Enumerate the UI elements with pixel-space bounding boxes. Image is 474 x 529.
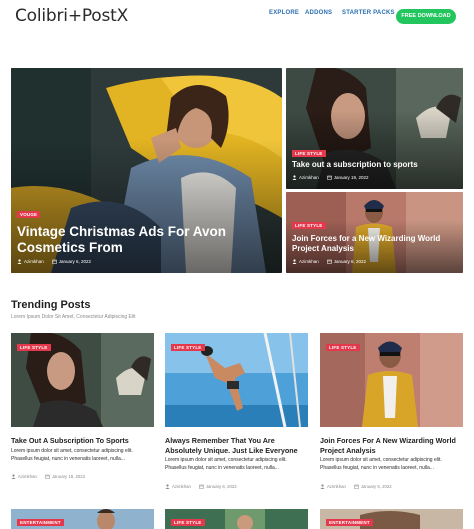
author-meta: Azimkhan (11, 474, 37, 479)
calendar-icon (52, 259, 57, 264)
post-date: January 19, 2022 (51, 474, 86, 479)
date-meta: January 19, 2022 (327, 175, 369, 180)
category-badge[interactable]: LIFE STYLE (326, 344, 360, 351)
user-icon (17, 259, 22, 264)
calendar-icon (199, 484, 204, 489)
author-name[interactable]: Azimkhan (24, 259, 44, 264)
category-badge[interactable]: LIFE STYLE (292, 222, 326, 229)
hero-side-meta-2: Azimkhan January 6, 2022 (292, 259, 366, 264)
trending-card-3[interactable]: LIFE STYLE Join Forces For A New Wizardi… (320, 333, 463, 489)
trending-subtitle: Lorem Ipsum Dolor Sit Amet, Consectetur … (11, 314, 136, 320)
user-icon (292, 175, 297, 180)
post-date: January 19, 2022 (333, 175, 369, 180)
author-meta: Azimkhan (292, 259, 319, 264)
nav-starter-packs[interactable]: STARTER PACKS (342, 10, 395, 16)
nav-explore[interactable]: EXPLORE (269, 10, 299, 16)
page: Colibri+PostX EXPLORE ADDONS STARTER PAC… (0, 0, 474, 529)
trending-post-title-2[interactable]: Always Remember That You Are Absolutely … (165, 436, 308, 455)
date-meta: January 6, 2022 (52, 259, 91, 264)
category-badge[interactable]: LIFE STYLE (171, 344, 205, 351)
trending-post-excerpt-3: Lorem ipsum dolor sit amet, consectetur … (320, 457, 442, 471)
author-name[interactable]: Azimkhan (172, 484, 191, 489)
hero-main-card[interactable]: VOUGE Vintage Christmas Ads For Avon Cos… (11, 68, 282, 273)
trending-post-meta-1: Azimkhan January 19, 2022 (11, 474, 85, 479)
trending-post-meta-2: Azimkhan January 6, 2022 (165, 484, 237, 489)
hero-side-shade-1 (286, 68, 463, 189)
trending-title: Trending Posts (11, 299, 91, 311)
author-meta: Azimkhan (320, 484, 346, 489)
calendar-icon (354, 484, 359, 489)
category-badge[interactable]: LIFE STYLE (292, 150, 326, 157)
site-header: Colibri+PostX EXPLORE ADDONS STARTER PAC… (0, 0, 474, 36)
hero-side-meta-1: Azimkhan January 19, 2022 (292, 175, 369, 180)
trending-image-1[interactable]: LIFE STYLE (11, 333, 154, 427)
post-date: January 6, 2022 (58, 259, 92, 264)
author-name[interactable]: Azimkhan (299, 259, 319, 264)
trending-post-excerpt-2: Lorem ipsum dolor sit amet, consectetur … (165, 457, 287, 471)
trending-image-2[interactable]: LIFE STYLE (165, 333, 308, 427)
category-badge[interactable]: VOUGE (17, 211, 41, 218)
post-date: January 6, 2022 (205, 484, 237, 489)
user-icon (320, 484, 325, 489)
trending-card-5[interactable]: LIFE STYLE (165, 509, 308, 529)
free-download-button[interactable]: FREE DOWNLOAD (396, 9, 456, 24)
date-meta: January 6, 2022 (199, 484, 237, 489)
post-date: January 6, 2022 (333, 259, 367, 264)
calendar-icon (327, 175, 332, 180)
user-icon (165, 484, 170, 489)
date-meta: January 6, 2022 (327, 259, 366, 264)
author-name[interactable]: Azimkhan (18, 474, 37, 479)
site-logo[interactable]: Colibri+PostX (15, 6, 128, 26)
hero-main-title[interactable]: Vintage Christmas Ads For Avon Cosmetics… (17, 224, 272, 256)
category-badge[interactable]: ENTERTAINMENT (17, 519, 64, 526)
trending-card-4[interactable]: ENTERTAINMENT (11, 509, 154, 529)
hero-side-card-2[interactable]: LIFE STYLE Join Forces for a New Wizardi… (286, 192, 463, 273)
author-meta: Azimkhan (165, 484, 191, 489)
date-meta: January 6, 2022 (354, 484, 392, 489)
user-icon (11, 474, 16, 479)
calendar-icon (45, 474, 50, 479)
trending-card-2[interactable]: LIFE STYLE Always Remember That You Are … (165, 333, 308, 489)
date-meta: January 19, 2022 (45, 474, 85, 479)
author-name[interactable]: Azimkhan (299, 175, 319, 180)
author-name[interactable]: Azimkhan (327, 484, 346, 489)
author-meta: Azimkhan (292, 175, 319, 180)
trending-post-meta-3: Azimkhan January 6, 2022 (320, 484, 392, 489)
nav-addons[interactable]: ADDONS (305, 10, 332, 16)
hero-side-title-1[interactable]: Take out a subscription to sports (292, 160, 458, 170)
hero-side-title-2[interactable]: Join Forces for a New Wizarding World Pr… (292, 234, 458, 254)
category-badge[interactable]: LIFE STYLE (171, 519, 205, 526)
trending-card-6[interactable]: ENTERTAINMENT (320, 509, 463, 529)
author-meta: Azimkhan (17, 259, 44, 264)
category-badge[interactable]: LIFE STYLE (17, 344, 51, 351)
hero-side-card-1[interactable]: LIFE STYLE Take out a subscription to sp… (286, 68, 463, 189)
trending-post-title-3[interactable]: Join Forces For A New Wizarding World Pr… (320, 436, 463, 455)
trending-post-title-1[interactable]: Take Out A Subscription To Sports (11, 436, 154, 446)
trending-card-1[interactable]: LIFE STYLE Take Out A Subscription To Sp… (11, 333, 154, 479)
trending-image-3[interactable]: LIFE STYLE (320, 333, 463, 427)
calendar-icon (327, 259, 332, 264)
hero-main-meta: Azimkhan January 6, 2022 (17, 259, 91, 264)
post-date: January 6, 2022 (360, 484, 392, 489)
trending-post-excerpt-1: Lorem ipsum dolor sit amet, consectetur … (11, 448, 133, 462)
user-icon (292, 259, 297, 264)
category-badge[interactable]: ENTERTAINMENT (326, 519, 373, 526)
